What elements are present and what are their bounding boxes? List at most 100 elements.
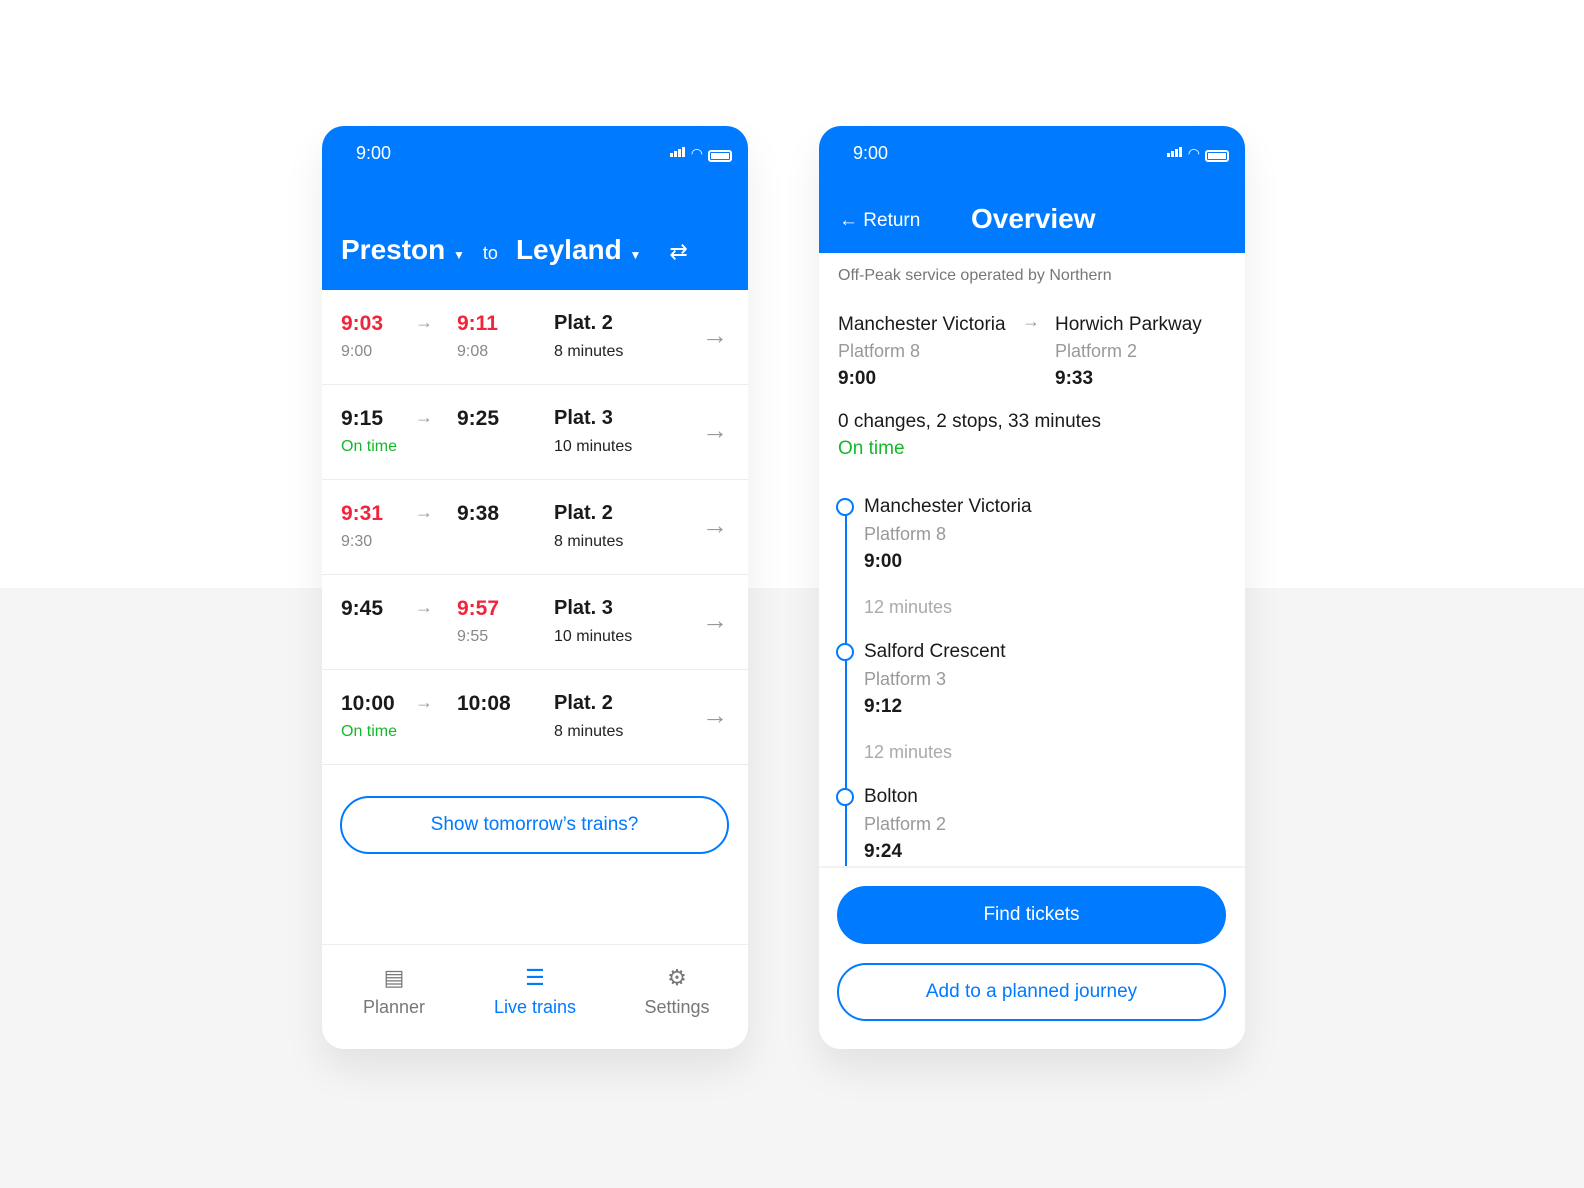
stop-item: Bolton Platform 2 9:24 — [864, 786, 946, 863]
stop-time: 9:24 — [864, 841, 903, 862]
train-row[interactable]: 9:15 On time → 9:25 Plat. 3 10 minutes → — [322, 385, 748, 480]
signal-icon — [1166, 144, 1183, 162]
status-time: 9:00 — [853, 143, 889, 163]
stop-time: 9:00 — [864, 551, 903, 572]
chevron-right-icon: → — [702, 510, 728, 540]
chevron-right-icon: → — [702, 415, 728, 445]
departure-sub: 9:00 — [341, 343, 373, 360]
stop-item: Manchester Victoria Platform 8 9:00 — [864, 496, 1032, 573]
battery-icon — [1205, 150, 1229, 162]
journey-summary: 0 changes, 2 stops, 33 minutes — [838, 411, 1101, 432]
show-tomorrow-button[interactable]: Show tomorrow’s trains? — [340, 796, 729, 854]
caret-down-icon: ▼ — [629, 248, 642, 262]
header: 9:00 ◠ Preston ▼ to Leyland ▼ ⇄ — [322, 126, 748, 290]
wifi-icon: ◠ — [690, 145, 703, 161]
duration: 10 minutes — [554, 438, 633, 455]
arrival-time: 9:11 — [457, 312, 498, 335]
origin-platform: Platform 8 — [838, 341, 921, 361]
stop-name: Bolton — [864, 786, 918, 807]
page-title: Overview — [971, 203, 1096, 234]
stop-dot — [836, 498, 854, 516]
stop-platform: Platform 2 — [864, 814, 947, 834]
status-time: 9:00 — [356, 143, 392, 163]
live-trains-screen: 9:00 ◠ Preston ▼ to Leyland ▼ ⇄ 9:03 9:0… — [322, 126, 748, 1049]
departure-time: 10:00 — [341, 692, 395, 715]
tab-label: Live trains — [493, 997, 577, 1017]
duration: 8 minutes — [554, 723, 624, 740]
arrow-left-icon: ← — [839, 210, 858, 231]
tab-label: Planner — [362, 997, 426, 1017]
stop-dot — [836, 788, 854, 806]
journey-status: On time — [838, 438, 905, 459]
arrow-right-icon: → — [415, 692, 433, 712]
destination-name: Horwich Parkway — [1055, 314, 1202, 335]
departure-time: 9:15 — [341, 407, 384, 430]
platform: Plat. 3 — [554, 597, 613, 619]
platform: Plat. 2 — [554, 692, 613, 714]
tab-bar: ▤ Planner ☰ Live trains ⚙ Settings — [322, 944, 748, 1049]
stop-name: Manchester Victoria — [864, 496, 1032, 517]
arrival-time: 9:38 — [457, 502, 500, 525]
status-icons: ◠ — [669, 144, 732, 162]
destination-time: 9:33 — [1055, 368, 1094, 389]
tab-planner[interactable]: ▤ Planner — [324, 965, 464, 1018]
chevron-right-icon: → — [702, 700, 728, 730]
arrival-time: 9:25 — [457, 407, 500, 430]
stop-platform: Platform 8 — [864, 524, 947, 544]
destination-label: Leyland — [515, 234, 622, 265]
stop-platform: Platform 3 — [864, 669, 947, 689]
destination-select[interactable]: Leyland ▼ — [516, 234, 641, 266]
header: 9:00 ◠ ← Return Overview — [819, 126, 1245, 253]
arrow-right-icon: → — [1022, 311, 1040, 331]
origin-name: Manchester Victoria — [838, 314, 1006, 335]
calendar-icon: ▤ — [383, 965, 405, 990]
tab-live-trains[interactable]: ☰ Live trains — [465, 965, 605, 1018]
origin-select[interactable]: Preston ▼ — [341, 234, 465, 266]
duration: 8 minutes — [554, 343, 624, 360]
departure-sub: On time — [341, 438, 398, 455]
timeline-line — [845, 507, 847, 867]
departure-sub: 9:30 — [341, 533, 373, 550]
train-row[interactable]: 10:00 On time → 10:08 Plat. 2 8 minutes … — [322, 670, 748, 765]
origin-time: 9:00 — [838, 368, 877, 389]
tab-settings[interactable]: ⚙ Settings — [607, 965, 747, 1018]
status-icons: ◠ — [1166, 144, 1229, 162]
arrival-sub: 9:08 — [457, 343, 489, 360]
operator-text: Off-Peak service operated by Northern — [838, 267, 1112, 284]
return-button[interactable]: ← Return — [839, 210, 920, 232]
arrow-right-icon: → — [415, 407, 433, 427]
swap-icon[interactable]: ⇄ — [669, 239, 687, 265]
origin-label: Preston — [341, 234, 446, 265]
train-row[interactable]: 9:45 → 9:57 9:55 Plat. 3 10 minutes → — [322, 575, 748, 670]
duration: 8 minutes — [554, 533, 624, 550]
arrow-right-icon: → — [415, 312, 433, 332]
arrow-right-icon: → — [415, 597, 433, 617]
departure-time: 9:03 — [341, 312, 384, 335]
platform: Plat. 2 — [554, 312, 613, 334]
return-label: Return — [863, 210, 921, 231]
overview-screen: 9:00 ◠ ← Return Overview Off-Peak servic… — [819, 126, 1245, 1049]
arrival-time: 10:08 — [457, 692, 511, 715]
train-row[interactable]: 9:03 9:00 → 9:11 9:08 Plat. 2 8 minutes … — [322, 290, 748, 385]
platform: Plat. 2 — [554, 502, 613, 524]
duration: 10 minutes — [554, 628, 633, 645]
segment-duration: 12 minutes — [864, 597, 953, 617]
arrival-time: 9:57 — [457, 597, 500, 620]
to-label: to — [482, 243, 498, 263]
arrival-sub: 9:55 — [457, 628, 489, 645]
stop-time: 9:12 — [864, 696, 903, 717]
segment-duration: 12 minutes — [864, 742, 953, 762]
train-row[interactable]: 9:31 9:30 → 9:38 Plat. 2 8 minutes → — [322, 480, 748, 575]
stop-item: Salford Crescent Platform 3 9:12 — [864, 641, 1006, 718]
add-planned-journey-button[interactable]: Add to a planned journey — [837, 963, 1226, 1021]
destination-platform: Platform 2 — [1055, 341, 1138, 361]
stop-dot — [836, 643, 854, 661]
find-tickets-button[interactable]: Find tickets — [837, 886, 1226, 944]
caret-down-icon: ▼ — [453, 248, 465, 262]
departure-sub: On time — [341, 723, 398, 740]
wifi-icon: ◠ — [1187, 145, 1200, 161]
departure-time: 9:45 — [341, 597, 384, 620]
tab-label: Settings — [644, 997, 710, 1017]
list-icon: ☰ — [525, 965, 545, 990]
departure-time: 9:31 — [341, 502, 384, 525]
